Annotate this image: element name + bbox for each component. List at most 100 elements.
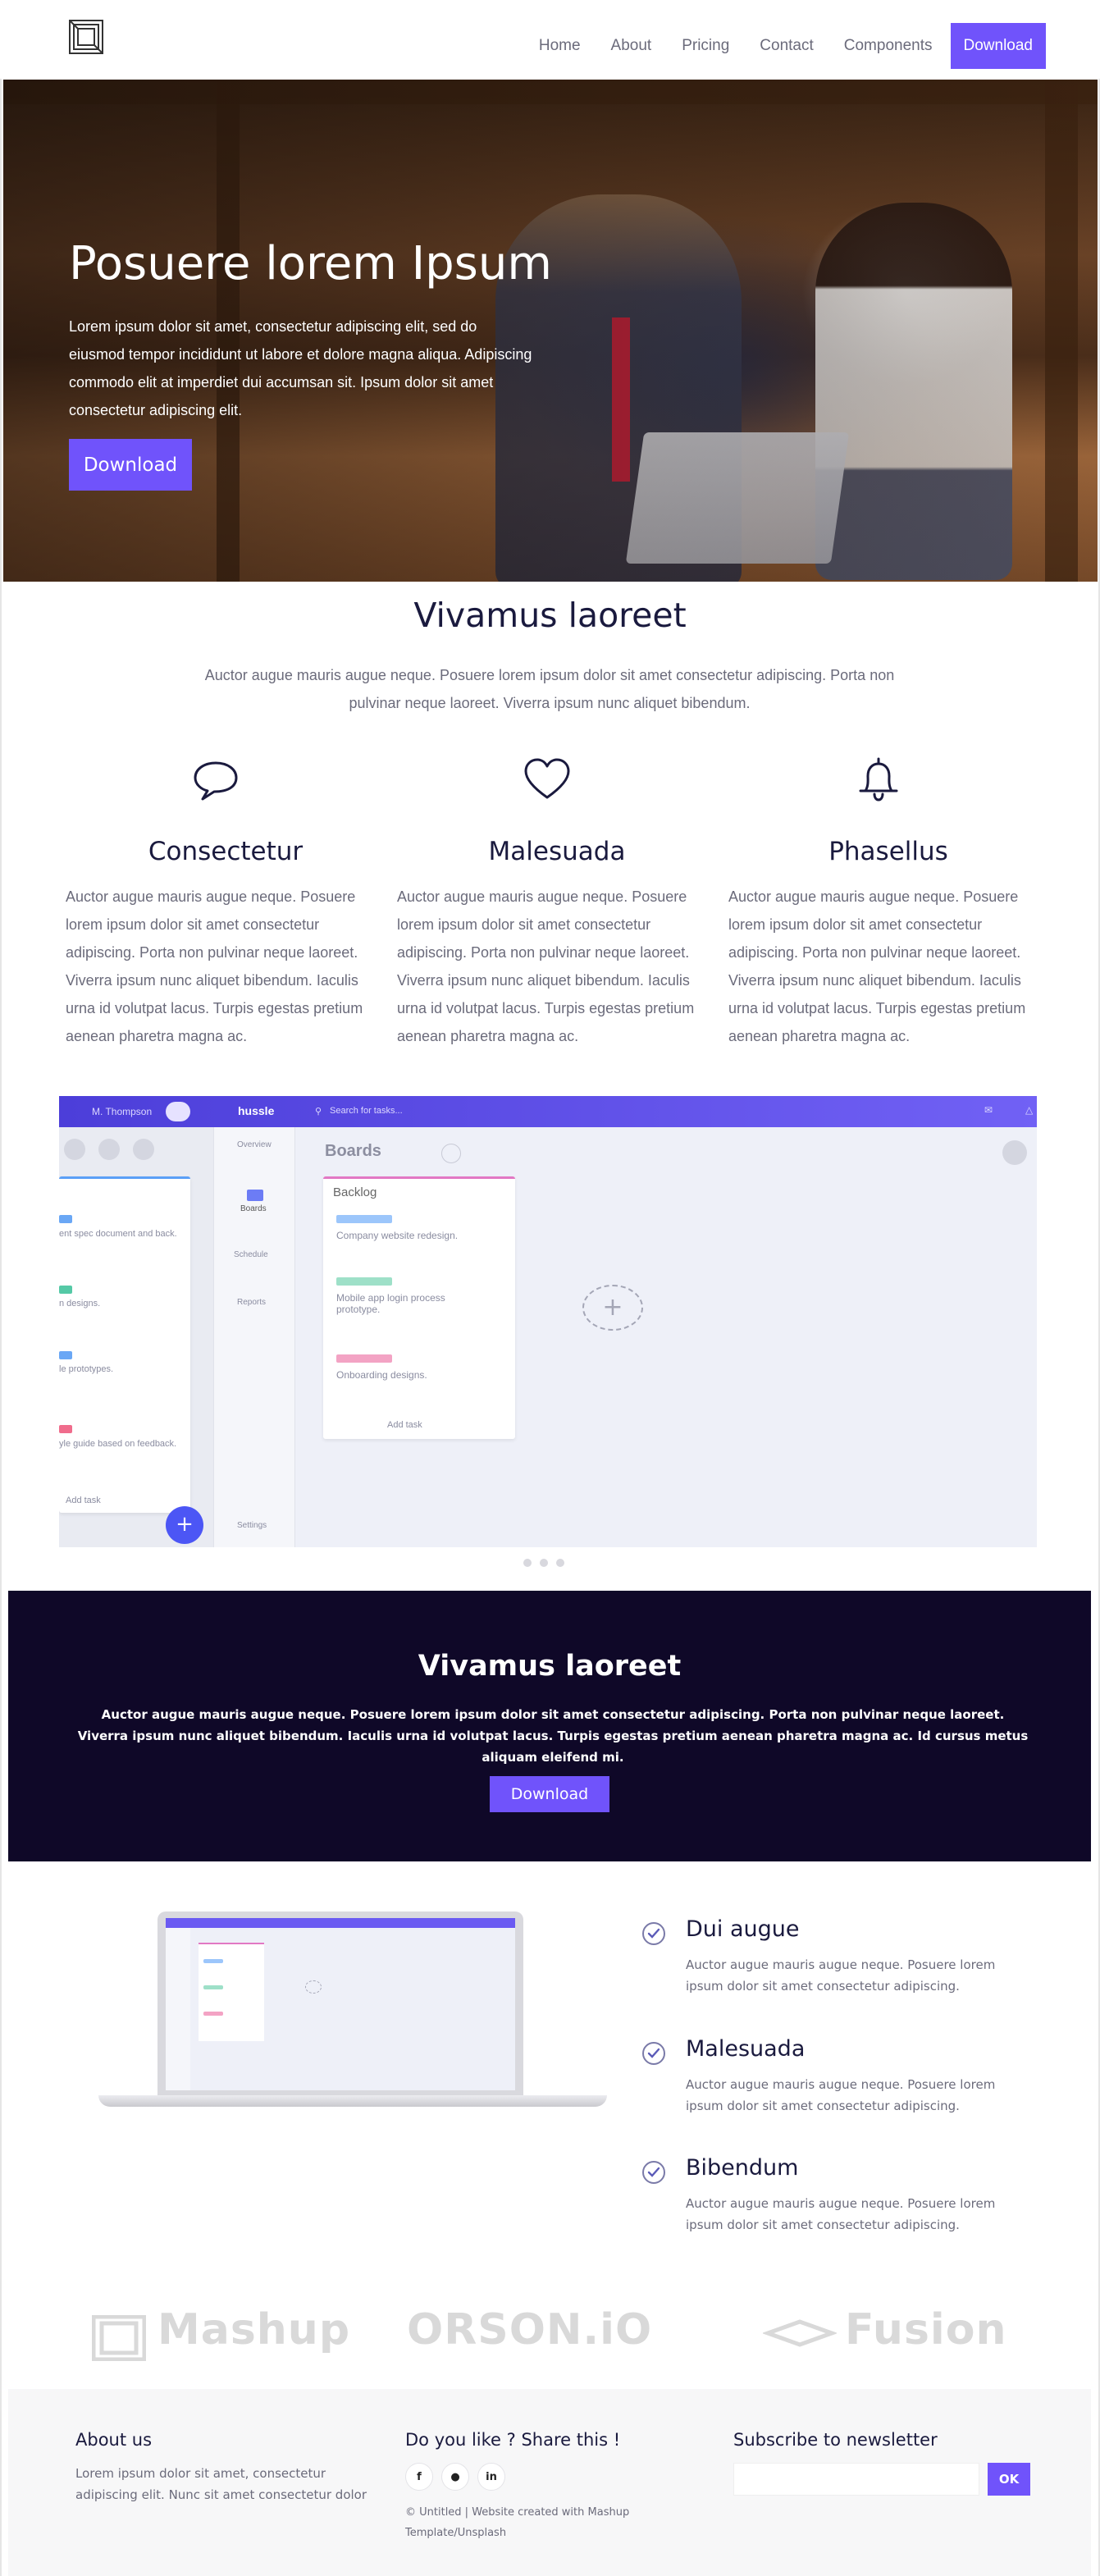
check-title: Bibendum	[686, 2155, 799, 2181]
check-circle-icon	[642, 2161, 665, 2184]
laptop-base	[98, 2095, 607, 2107]
feature-title: Consectetur	[148, 837, 304, 866]
rail-item: Reports	[237, 1298, 267, 1307]
app-search: Search for tasks...	[330, 1106, 403, 1116]
mail-icon: ✉	[984, 1104, 993, 1116]
newsletter-ok-button[interactable]: OK	[988, 2463, 1030, 2496]
intro-title: Vivamus laoreet	[413, 596, 687, 635]
board-title: Boards	[325, 1142, 381, 1160]
nav-pricing[interactable]: Pricing	[682, 37, 729, 55]
nav-home[interactable]: Home	[539, 37, 581, 55]
nav-download-button[interactable]: Download	[950, 23, 1046, 69]
footer-copyright: © Untitled | Website created with Mashup…	[405, 2506, 630, 2539]
task-text: le prototypes.	[59, 1364, 114, 1374]
footer-newsletter: Subscribe to newsletter OK	[733, 2430, 1030, 2496]
app-user-avatar	[166, 1102, 190, 1121]
twitter-icon[interactable]: ●	[441, 2463, 469, 2491]
carousel-dot[interactable]	[556, 1559, 564, 1567]
app-user-name: M. Thompson	[92, 1106, 153, 1117]
chevron-down-icon	[441, 1144, 461, 1163]
app-brand: hussle	[238, 1104, 275, 1117]
carousel-dots	[523, 1559, 564, 1567]
check-text: Auctor augue mauris augue neque. Posuere…	[686, 1957, 996, 1994]
speech-bubble-icon	[194, 761, 238, 801]
footer: About us Lorem ipsum dolor sit amet, con…	[8, 2389, 1091, 2576]
column-title: Backlog	[333, 1185, 377, 1199]
rail-item: Overview	[237, 1140, 272, 1149]
hero-section: Posuere lorem Ipsum Lorem ipsum dolor si…	[3, 80, 1098, 582]
footer-share: Do you like ? Share this ! f ● in © Unti…	[405, 2430, 684, 2543]
rail-item: Schedule	[234, 1250, 268, 1259]
app-left-column: ent spec document and back. n designs. l…	[59, 1176, 190, 1513]
bell-icon	[859, 757, 898, 802]
check-circle-icon	[642, 2042, 665, 2065]
search-icon: ⚲	[315, 1107, 322, 1117]
linkedin-icon[interactable]: in	[477, 2463, 505, 2491]
cta-title: Vivamus laoreet	[418, 1650, 682, 1683]
nav-about[interactable]: About	[611, 37, 652, 55]
newsletter-form: OK	[733, 2463, 1030, 2496]
app-left-board: ent spec document and back. n designs. l…	[59, 1127, 213, 1547]
tag	[336, 1215, 392, 1223]
avatar	[133, 1139, 154, 1160]
footer-newsletter-title: Subscribe to newsletter	[733, 2430, 938, 2450]
task-text: ent spec document and back.	[59, 1229, 177, 1239]
tag	[59, 1351, 72, 1359]
newsletter-email-input[interactable]	[733, 2463, 979, 2496]
rail-item: Boards	[240, 1204, 267, 1213]
task-text: n designs.	[59, 1299, 101, 1309]
tag	[203, 1985, 223, 1989]
footer-about: About us Lorem ipsum dolor sit amet, con…	[75, 2430, 371, 2505]
tag	[59, 1425, 72, 1433]
mashup-brand-icon	[92, 2315, 146, 2361]
cta-text: Auctor augue mauris augue neque. Posuere…	[77, 1707, 1029, 1765]
nav-links: Home About Pricing Contact Components Do…	[509, 23, 1046, 69]
app-side-rail: Overview Boards Schedule Reports Setting…	[213, 1127, 295, 1547]
nav-components[interactable]: Components	[844, 37, 933, 55]
board-column: Backlog Company website redesign. Mobile…	[323, 1176, 515, 1439]
feature-title: Malesuada	[488, 837, 626, 866]
laptop-screen	[166, 1918, 515, 2090]
tag	[59, 1286, 72, 1294]
avatar	[98, 1139, 120, 1160]
avatar	[1002, 1140, 1027, 1165]
fusion-brand-icon	[763, 2319, 837, 2347]
footer-about-text: Lorem ipsum dolor sit amet, consectetur …	[75, 2466, 367, 2502]
hero-text: Lorem ipsum dolor sit amet, consectetur …	[69, 318, 532, 418]
tag	[203, 1959, 223, 1963]
feature-text: Auctor augue mauris augue neque. Posuere…	[397, 888, 695, 1044]
tag	[336, 1277, 392, 1286]
brand-logo-fusion: Fusion	[845, 2305, 1007, 2354]
carousel-dot[interactable]	[523, 1559, 532, 1567]
check-title: Malesuada	[686, 2036, 806, 2062]
laptop-screen-sidebar	[166, 1928, 190, 2090]
check-text: Auctor augue mauris augue neque. Posuere…	[686, 2077, 996, 2113]
facebook-icon[interactable]: f	[405, 2463, 433, 2491]
add-task-link: Add task	[66, 1496, 101, 1505]
avatar	[64, 1139, 85, 1160]
carousel-dot[interactable]	[540, 1559, 548, 1567]
rail-item: Settings	[237, 1521, 267, 1530]
nav-contact[interactable]: Contact	[760, 37, 813, 55]
add-column-icon	[305, 1980, 322, 1994]
heart-icon	[524, 758, 570, 799]
task-text: Onboarding designs.	[336, 1369, 427, 1381]
page-border-left	[0, 0, 2, 2576]
tag	[336, 1354, 392, 1363]
add-task-link: Add task	[387, 1420, 422, 1430]
hero-title: Posuere lorem Ipsum	[69, 237, 552, 290]
app-screenshot-carousel[interactable]: M. Thompson hussle ⚲ Search for tasks...…	[59, 1096, 1037, 1547]
mashup-logo-icon[interactable]	[69, 20, 103, 54]
boards-icon	[247, 1190, 263, 1201]
cta-download-button[interactable]: Download	[490, 1776, 609, 1812]
top-navbar: Home About Pricing Contact Components Do…	[0, 0, 1100, 79]
laptop-screen-topbar	[166, 1918, 515, 1928]
feature-title: Phasellus	[828, 837, 948, 866]
tag	[59, 1215, 72, 1223]
task-text: Mobile app login process prototype.	[336, 1292, 445, 1315]
hero-download-button[interactable]: Download	[69, 439, 192, 491]
bell-icon: △	[1025, 1104, 1034, 1116]
app-topbar: M. Thompson hussle ⚲ Search for tasks...…	[59, 1096, 1037, 1127]
footer-about-title: About us	[75, 2430, 153, 2450]
brand-logo-orson: ORSON.iO	[407, 2305, 653, 2354]
